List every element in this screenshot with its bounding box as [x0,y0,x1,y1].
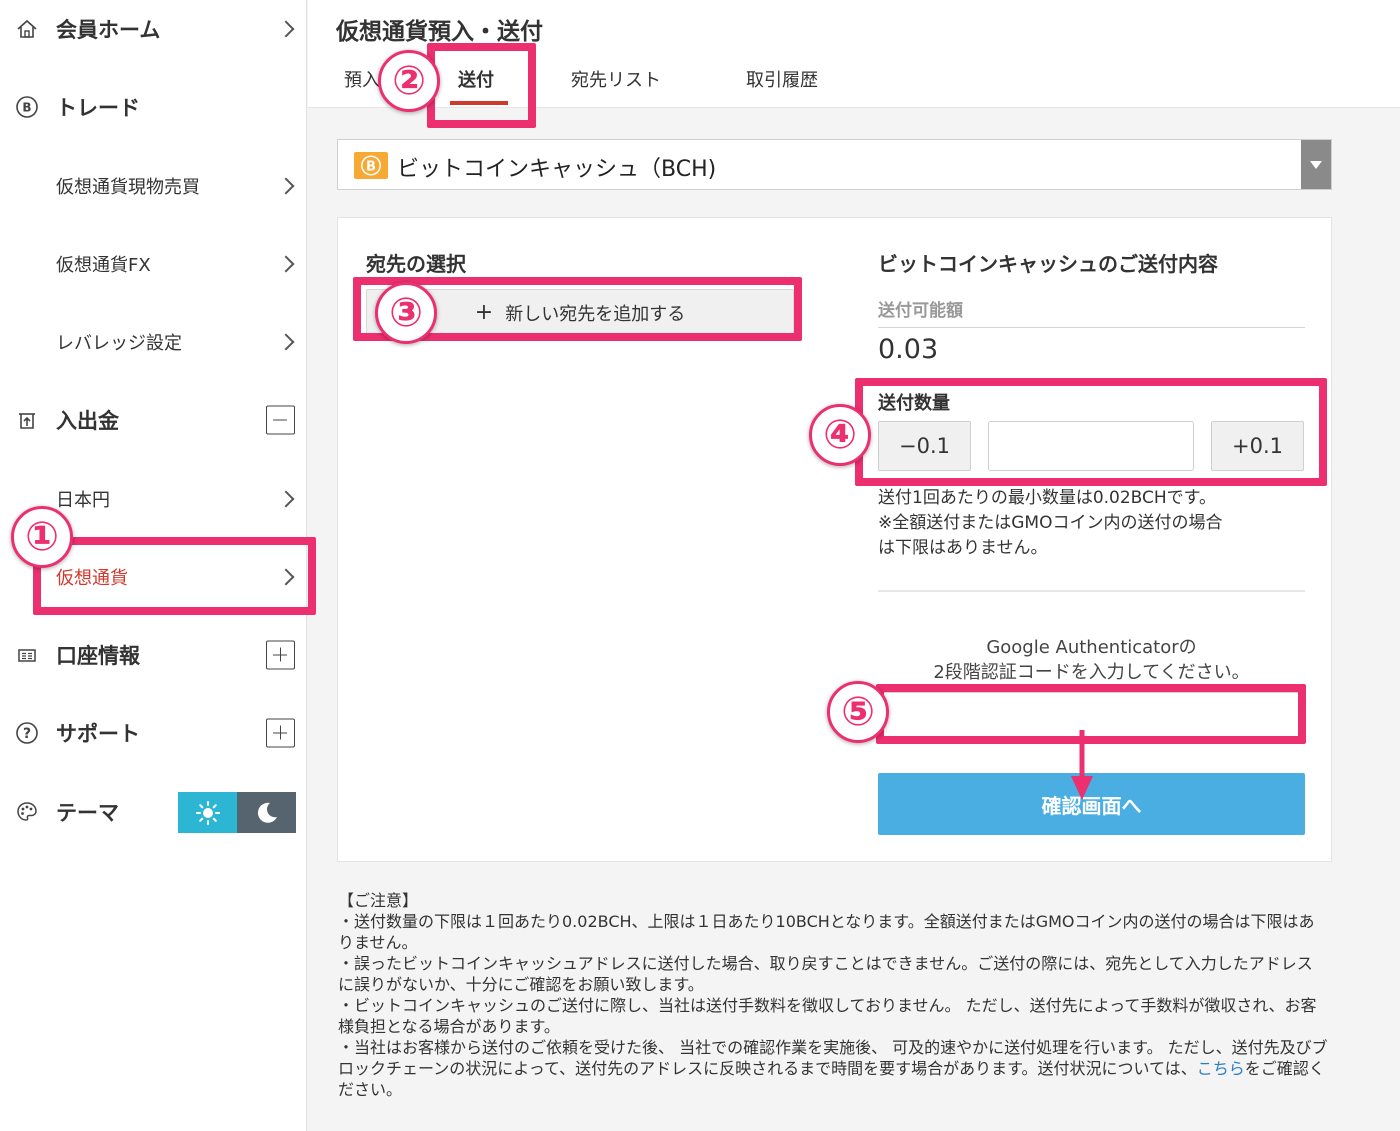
annotation-badge-4: ④ [809,404,871,466]
destination-heading: 宛先の選択 [366,252,466,276]
tab-history[interactable]: 取引履歴 [746,66,818,92]
sun-icon [195,800,220,825]
annotation-highlight-4 [855,378,1327,486]
notes-item-text: ・当社はお客様から送付のご依頼を受けた後、 当社での確認作業を実施後、 可及的速… [338,1038,1328,1078]
palette-icon [14,799,40,825]
sidebar-item-label: レバレッジ設定 [56,333,182,354]
annotation-badge-2: ② [378,50,440,112]
expand-plus-icon[interactable] [266,718,295,748]
quantity-note-line: ※全額送付またはGMOコイン内の送付の場合 [878,513,1223,533]
chevron-right-icon [277,177,295,195]
id-card-icon [14,642,40,668]
auth-instructions-line: 2段階認証コードを入力してください。 [933,662,1250,683]
notes-item: ・送付数量の下限は１回あたり0.02BCH、上限は１日あたり10BCHとなります… [338,912,1315,952]
bitcoin-cash-icon: B [354,152,388,179]
collapse-minus-icon[interactable] [266,405,295,435]
page-title: 仮想通貨預入・送付 [336,19,543,45]
sidebar-item-spot-trading[interactable]: 仮想通貨現物売買 [0,147,307,225]
coin-select[interactable]: B ビットコインキャッシュ（BCH) [337,139,1332,190]
available-amount-value: 0.03 [878,334,939,365]
notes-heading: 【ご注意】 [338,891,419,910]
notes-item: ・ビットコインキャッシュのご送付に際し、当社は送付手数料を徴収しておりません。 … [338,996,1317,1036]
theme-toggle[interactable] [178,792,296,833]
quantity-note: 送付1回あたりの最小数量は0.02BCHです。 ※全額送付またはGMOコイン内の… [878,486,1308,561]
sidebar-item-label: 入出金 [56,409,119,433]
annotation-highlight-1 [33,537,316,615]
sidebar-item-account-info[interactable]: 口座情報 [0,616,307,694]
annotation-badge-1: ① [11,506,73,568]
notes-item-last: ・当社はお客様から送付のご依頼を受けた後、 当社での確認作業を実施後、 可及的速… [338,1037,1328,1100]
sidebar-item-label: サポート [56,722,140,746]
bitcoin-icon: B [14,94,40,120]
sidebar-item-deposit-withdraw[interactable]: 入出金 [0,381,307,459]
annotation-badge-5: ⑤ [827,681,889,743]
quantity-note-line: は下限はありません。 [878,538,1048,558]
sidebar-item-label: 仮想通貨FX [56,255,151,276]
notes: 【ご注意】 ・送付数量の下限は１回あたり0.02BCH、上限は１日あたり10BC… [338,890,1328,1100]
sidebar-item-member-home[interactable]: 会員ホーム [0,0,307,68]
coin-select-value: ビットコインキャッシュ（BCH) [397,157,717,182]
chevron-right-icon [277,333,295,351]
expand-plus-icon[interactable] [266,640,295,670]
divider [878,327,1305,328]
status-link[interactable]: こちら [1197,1059,1245,1078]
chevron-right-icon [277,20,295,38]
sidebar-item-label: 口座情報 [56,644,140,668]
sidebar-item-trade[interactable]: B トレード [0,68,307,146]
question-icon: ? [14,720,40,746]
chevron-right-icon [277,255,295,273]
chevron-right-icon [277,490,295,508]
sidebar-item-support[interactable]: ? サポート [0,694,307,772]
quantity-note-line: 送付1回あたりの最小数量は0.02BCHです。 [878,488,1216,508]
annotation-highlight-2 [427,43,536,128]
auth-instructions: Google Authenticatorの 2段階認証コードを入力してください。 [878,635,1305,685]
tab-deposit[interactable]: 預入 [344,66,380,92]
home-icon [14,16,40,42]
dropdown-arrow-icon[interactable] [1301,140,1331,189]
sidebar-item-label: 会員ホーム [56,18,161,42]
annotation-badge-3: ③ [375,282,437,344]
deposit-withdraw-icon [14,407,40,433]
sidebar-item-label: 日本円 [56,490,110,511]
sidebar-item-label: テーマ [56,801,119,825]
svg-text:B: B [366,160,376,175]
svg-text:?: ? [23,726,31,742]
divider [878,590,1305,592]
sidebar-item-crypto-fx[interactable]: 仮想通貨FX [0,225,307,303]
sidebar-item-label: トレード [56,96,140,120]
notes-item: ・誤ったビットコインキャッシュアドレスに送付した場合、取り戻すことはできません。… [338,954,1313,994]
tab-address-list[interactable]: 宛先リスト [571,66,661,92]
arrow-down-icon [1071,730,1093,800]
auth-instructions-line: Google Authenticatorの [986,637,1197,658]
theme-dark-button[interactable] [237,792,296,833]
svg-text:B: B [22,101,31,115]
send-details-heading: ビットコインキャッシュのご送付内容 [878,252,1218,276]
sidebar-item-leverage-settings[interactable]: レバレッジ設定 [0,303,307,381]
theme-light-button[interactable] [178,792,237,833]
moon-icon [257,802,277,823]
main-content: 仮想通貨預入・送付 預入 送付 宛先リスト 取引履歴 B ビットコインキャッシュ… [308,0,1400,1131]
available-amount-label: 送付可能額 [878,301,963,321]
sidebar-item-label: 仮想通貨現物売買 [56,177,200,198]
